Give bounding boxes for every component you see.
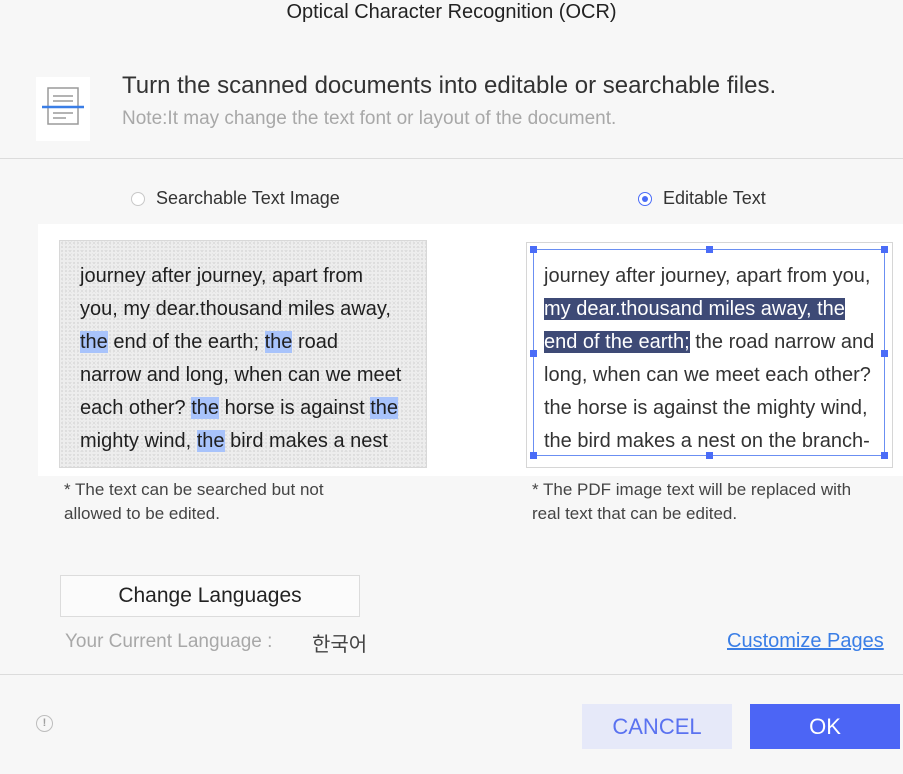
- preview-line: the bird makes a nest on the branch-: [544, 425, 892, 458]
- current-language-value: 한국어: [312, 632, 368, 656]
- preview-text: narrow and long, when can we meet: [80, 364, 402, 386]
- preview-line: you, my dear.thousand miles away,: [80, 293, 426, 326]
- preview-line: journey after journey, apart from you,: [544, 260, 892, 293]
- preview-line: my dear.thousand miles away, the: [544, 293, 892, 326]
- preview-line: the end of the earth; the road: [80, 326, 426, 359]
- option-editable-text[interactable]: Editable Text: [638, 188, 766, 209]
- preview-line: long, when can we meet each other?: [544, 359, 892, 392]
- change-languages-button[interactable]: Change Languages: [60, 575, 360, 617]
- preview-text: long, when can we meet each other?: [544, 364, 871, 386]
- customize-pages-link[interactable]: Customize Pages: [727, 630, 884, 653]
- highlighted-text: my dear.thousand miles away, the: [544, 298, 845, 320]
- dialog-headline: Turn the scanned documents into editable…: [122, 72, 777, 99]
- cancel-button[interactable]: CANCEL: [582, 704, 732, 749]
- option-searchable-text-image[interactable]: Searchable Text Image: [131, 188, 340, 209]
- highlighted-text: the: [80, 331, 108, 353]
- ok-button[interactable]: OK: [750, 704, 900, 749]
- info-icon[interactable]: !: [36, 715, 53, 732]
- current-language-label: Your Current Language :: [65, 631, 273, 652]
- searchable-label: Searchable Text Image: [156, 188, 340, 208]
- preview-line: narrow and long, when can we meet: [80, 359, 426, 392]
- preview-line: end of the earth; the road narrow and: [544, 326, 892, 359]
- preview-text: journey after journey, apart from you,: [544, 265, 871, 287]
- preview-line: mighty wind, the bird makes a nest: [80, 425, 426, 458]
- preview-text: bird makes a nest: [224, 430, 388, 452]
- preview-text: mighty wind,: [80, 430, 197, 452]
- highlighted-text: end of the earth;: [544, 331, 690, 353]
- highlighted-text: the: [264, 331, 293, 353]
- preview-line: the horse is against the mighty wind,: [544, 392, 892, 425]
- bottom-divider: [0, 674, 903, 675]
- searchable-preview-image: journey after journey, apart from you, my…: [59, 240, 427, 468]
- editable-preview-image: journey after journey, apart from you, my…: [526, 242, 893, 468]
- preview-text: road: [292, 331, 338, 353]
- editable-label: Editable Text: [663, 188, 766, 208]
- searchable-caption: * The text can be searched but not allow…: [64, 480, 324, 523]
- searchable-radio[interactable]: [131, 191, 145, 206]
- preview-text: end of the earth;: [107, 331, 265, 353]
- preview-text: horse is against: [219, 397, 371, 419]
- preview-text: the horse is against the mighty wind,: [544, 397, 868, 419]
- highlighted-text: the: [196, 430, 225, 452]
- highlighted-text: the: [370, 397, 399, 419]
- dialog-title: Optical Character Recognition (OCR): [286, 1, 617, 23]
- ocr-document-icon: [36, 77, 90, 141]
- preview-line: each other? the horse is against the: [80, 392, 426, 425]
- preview-text: the bird makes a nest on the branch-: [544, 430, 870, 452]
- highlighted-text: the: [191, 397, 220, 419]
- editable-radio[interactable]: [638, 191, 652, 206]
- preview-text: each other?: [80, 397, 192, 419]
- editable-caption: * The PDF image text will be replaced wi…: [532, 480, 852, 523]
- top-divider: [0, 158, 903, 159]
- preview-text: journey after journey, apart from: [80, 265, 364, 287]
- preview-text: the road narrow and: [689, 331, 875, 353]
- preview-line: journey after journey, apart from: [80, 260, 426, 293]
- preview-text: you, my dear.thousand miles away,: [80, 298, 391, 320]
- dialog-note: Note:It may change the text font or layo…: [122, 108, 617, 129]
